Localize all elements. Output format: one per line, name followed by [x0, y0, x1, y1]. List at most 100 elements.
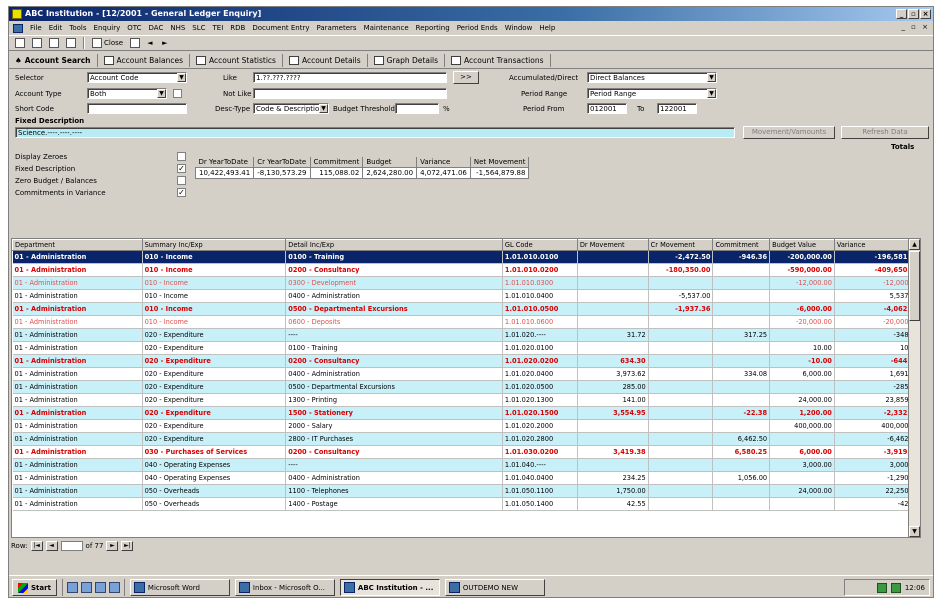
network-icon[interactable]: [876, 582, 887, 593]
row-input[interactable]: [60, 541, 83, 551]
tab-account-transactions[interactable]: Account Transactions: [449, 54, 551, 67]
like-input[interactable]: 1.??.???.????: [253, 72, 447, 83]
menu-tools[interactable]: Tools: [69, 24, 86, 32]
movements-button[interactable]: Movement/Vamounts: [743, 126, 835, 139]
shortcode-input[interactable]: [87, 103, 187, 114]
outlook-icon[interactable]: [94, 582, 106, 593]
table-row[interactable]: 01 - Administration 040 - Operating Expen…: [12, 458, 920, 472]
table-row[interactable]: 01 - Administration 040 - Operating Expen…: [12, 471, 920, 485]
scroll-down-icon[interactable]: ▼: [909, 526, 920, 537]
menu-reporting[interactable]: Reporting: [416, 24, 450, 32]
preview-button[interactable]: [47, 37, 61, 49]
accdirect-select[interactable]: Direct Balances ▼: [587, 72, 717, 83]
periodrange-select[interactable]: Period Range ▼: [587, 88, 717, 99]
table-row[interactable]: 01 - Administration 050 - Overheads 1400 -…: [12, 497, 920, 511]
back-button[interactable]: ◄: [145, 37, 157, 49]
scroll-up-icon[interactable]: ▲: [909, 239, 920, 250]
tab-account-statistics[interactable]: Account Statistics: [194, 54, 283, 67]
zero-budget-checkbox[interactable]: [177, 176, 186, 185]
menu-nhs[interactable]: NHS: [170, 24, 185, 32]
task-outdemo[interactable]: OUTDEMO NEW: [444, 579, 545, 596]
mdi-controls[interactable]: _ ▫ ×: [901, 23, 930, 31]
refresh-button[interactable]: Refresh Data: [841, 126, 929, 139]
desktop-icon[interactable]: [66, 582, 78, 593]
menu-tei[interactable]: TEI: [213, 24, 224, 32]
first-row-button[interactable]: |◄: [30, 541, 43, 551]
new-button[interactable]: [13, 37, 27, 49]
volume-icon[interactable]: [890, 582, 901, 593]
browser-icon[interactable]: [80, 582, 92, 593]
menu-edit[interactable]: Edit: [49, 24, 63, 32]
table-row[interactable]: 01 - Administration 020 - Expenditure 0500…: [12, 380, 920, 394]
periodto-input[interactable]: 122001: [657, 103, 697, 114]
table-row[interactable]: 01 - Administration 020 - Expenditure 1500…: [12, 406, 920, 420]
menu-parameters[interactable]: Parameters: [316, 24, 356, 32]
selector-select[interactable]: Account Code ▼: [87, 72, 187, 83]
col-budget-header[interactable]: Budget Value: [769, 239, 835, 251]
col-cr-movement-header[interactable]: Cr Movement: [647, 239, 714, 251]
fixeddesc-input[interactable]: Science.----.----.----: [15, 127, 735, 138]
table-row[interactable]: 01 - Administration 010 - Income 0400 - Ad…: [12, 289, 920, 303]
tab-graph-details[interactable]: Graph Details: [372, 54, 446, 67]
table-row[interactable]: 01 - Administration 010 - Income 0200 - Co…: [12, 263, 920, 277]
scroll-thumb[interactable]: [909, 251, 920, 321]
col-glcode-header[interactable]: GL Code: [501, 239, 578, 251]
print-button[interactable]: [30, 37, 44, 49]
acctype-checkbox[interactable]: [173, 89, 182, 98]
col-commitment-header[interactable]: Commitment: [712, 239, 771, 251]
table-row[interactable]: 01 - Administration 010 - Income 0600 - De…: [12, 315, 920, 329]
menu-otc[interactable]: OTC: [127, 24, 141, 32]
table-row[interactable]: 01 - Administration 020 - Expenditure 1300…: [12, 393, 920, 407]
minimize-button[interactable]: _: [896, 9, 907, 19]
table-row[interactable]: 01 - Administration 010 - Income 0300 - De…: [12, 276, 920, 290]
col-department-header[interactable]: Department: [12, 239, 143, 251]
table-row[interactable]: 01 - Administration 020 - Expenditure ----…: [12, 328, 920, 342]
col-dr-movement-header[interactable]: Dr Movement: [576, 239, 649, 251]
table-row[interactable]: 01 - Administration 010 - Income 0100 - Tr…: [12, 250, 920, 264]
media-icon[interactable]: [108, 582, 120, 593]
menu-period-ends[interactable]: Period Ends: [457, 24, 498, 32]
tab-account-balances[interactable]: Account Balances: [102, 54, 190, 67]
ledger-grid[interactable]: Department Summary Inc/Exp Detail Inc/Exp G…: [11, 238, 921, 538]
tab-account-search[interactable]: ♠ Account Search: [13, 54, 98, 67]
table-row[interactable]: 01 - Administration 020 - Expenditure 0400…: [12, 367, 920, 381]
table-row[interactable]: 01 - Administration 020 - Expenditure 2800…: [12, 432, 920, 446]
menu-help[interactable]: Help: [539, 24, 555, 32]
menu-document-entry[interactable]: Document Entry: [252, 24, 309, 32]
grid-button[interactable]: [128, 37, 142, 49]
task-abc-institution[interactable]: ABC Institution - ...: [339, 579, 440, 596]
menu-dac[interactable]: DAC: [149, 24, 164, 32]
task-word[interactable]: Microsoft Word: [129, 579, 230, 596]
table-row[interactable]: 01 - Administration 020 - Expenditure 2000…: [12, 419, 920, 433]
prev-row-button[interactable]: ◄: [45, 541, 58, 551]
periodfrom-input[interactable]: 012001: [587, 103, 627, 114]
menu-slc[interactable]: SLC: [192, 24, 205, 32]
maximize-button[interactable]: ▫: [908, 9, 919, 19]
menu-maintenance[interactable]: Maintenance: [364, 24, 409, 32]
table-row[interactable]: 01 - Administration 030 - Purchases of Se…: [12, 445, 920, 459]
like-go-button[interactable]: >>: [453, 71, 479, 84]
close-doc-button[interactable]: Close: [90, 37, 125, 49]
menu-rdb[interactable]: RDB: [230, 24, 245, 32]
menu-enquiry[interactable]: Enquiry: [94, 24, 121, 32]
table-row[interactable]: 01 - Administration 010 - Income 0500 - De…: [12, 302, 920, 316]
display-zeroes-checkbox[interactable]: [177, 152, 186, 161]
commitments-variance-checkbox[interactable]: ✓: [177, 188, 186, 197]
col-detail-header[interactable]: Detail Inc/Exp: [285, 239, 503, 251]
find-button[interactable]: [64, 37, 78, 49]
notlike-input[interactable]: [253, 88, 447, 99]
close-button[interactable]: ×: [920, 9, 931, 19]
desctype-select[interactable]: Code & Description ▼: [253, 103, 329, 114]
menu-file[interactable]: File: [30, 24, 42, 32]
table-row[interactable]: 01 - Administration 020 - Expenditure 0200…: [12, 354, 920, 368]
fixed-description-checkbox[interactable]: ✓: [177, 164, 186, 173]
table-row[interactable]: 01 - Administration 050 - Overheads 1100 -…: [12, 484, 920, 498]
task-inbox[interactable]: Inbox - Microsoft O...: [234, 579, 335, 596]
start-button[interactable]: Start: [12, 579, 57, 596]
threshold-input[interactable]: [395, 103, 439, 114]
forward-button[interactable]: ►: [160, 37, 172, 49]
tab-account-details[interactable]: Account Details: [287, 54, 368, 67]
col-summary-header[interactable]: Summary Inc/Exp: [141, 239, 287, 251]
vertical-scrollbar[interactable]: ▲ ▼: [908, 239, 920, 537]
table-row[interactable]: 01 - Administration 020 - Expenditure 0100…: [12, 341, 920, 355]
